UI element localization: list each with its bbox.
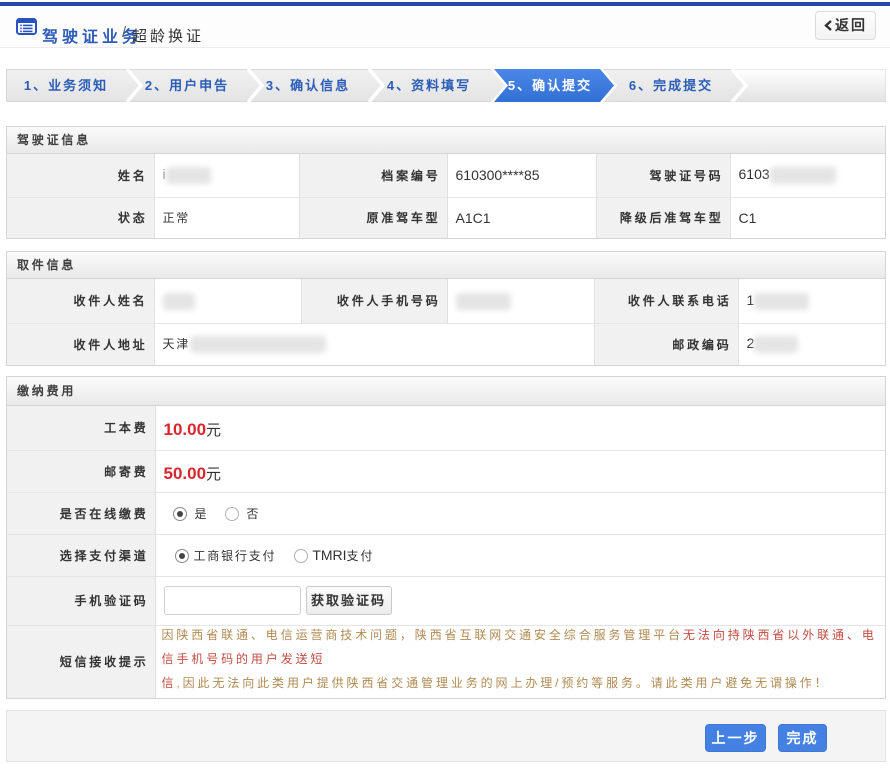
svg-text:4、资料填写: 4、资料填写 (387, 78, 471, 93)
svg-text:6、完成提交: 6、完成提交 (629, 78, 713, 93)
svg-text:3、确认信息: 3、确认信息 (266, 78, 350, 93)
svg-text:5、确认提交: 5、确认提交 (508, 78, 592, 93)
svg-text:2、用户申告: 2、用户申告 (145, 78, 229, 93)
svg-text:1、业务须知: 1、业务须知 (24, 78, 108, 93)
